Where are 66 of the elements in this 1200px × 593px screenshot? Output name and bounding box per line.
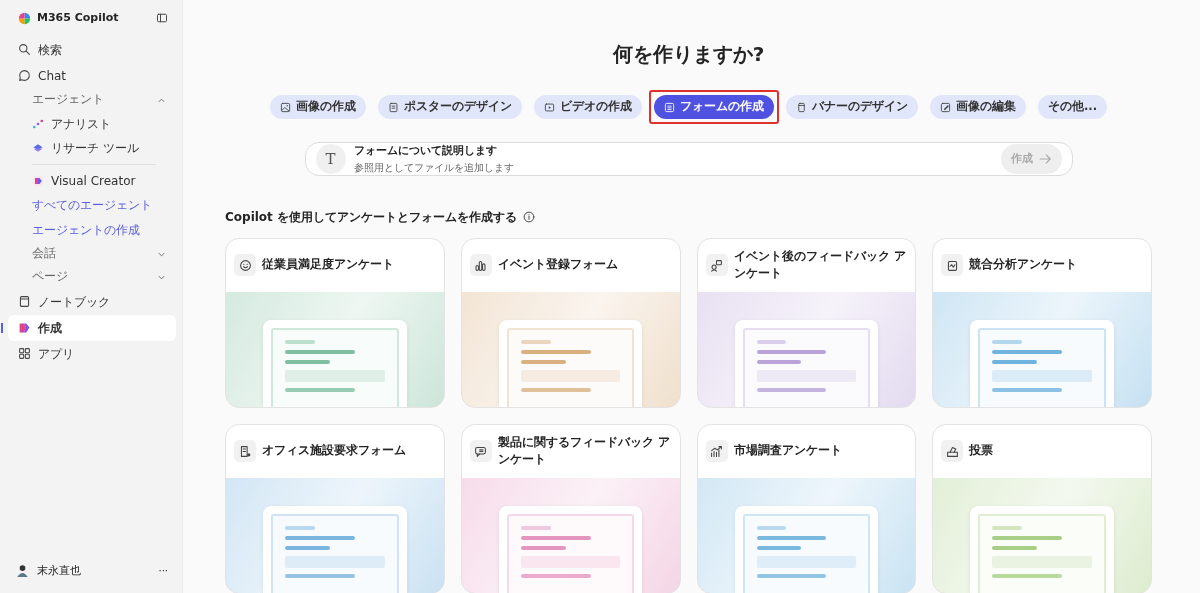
tab[interactable]: バナーのデザイン bbox=[785, 95, 918, 119]
logo-icon bbox=[18, 11, 31, 25]
card-title: 競合分析アンケート bbox=[969, 256, 1078, 274]
sidebar-toggle-icon[interactable] bbox=[156, 12, 168, 25]
tab[interactable]: 画像の作成 bbox=[269, 95, 366, 119]
image-edit-icon bbox=[939, 101, 951, 113]
arrow-right-icon bbox=[1037, 151, 1052, 166]
template-card[interactable]: オフィス施設要求フォーム bbox=[225, 423, 445, 593]
image-icon bbox=[279, 101, 291, 113]
section-header[interactable]: エージェント bbox=[8, 88, 176, 112]
card-title: イベント後のフィードバック アンケート bbox=[733, 247, 907, 282]
ballot-box-icon bbox=[945, 444, 959, 458]
phone-icon bbox=[795, 101, 807, 113]
notebook-icon bbox=[18, 295, 31, 308]
agent-item[interactable]: Visual Creator bbox=[8, 168, 176, 193]
more-button[interactable]: ··· bbox=[158, 563, 168, 579]
card-title: イベント登録フォーム bbox=[497, 256, 618, 274]
card-title: オフィス施設要求フォーム bbox=[262, 442, 406, 460]
search-icon bbox=[18, 43, 31, 56]
sidebar-item[interactable]: アプリ bbox=[8, 340, 176, 367]
prompt-field[interactable]: T フォームについて説明します 参照用としてファイルを追加します 作成 bbox=[304, 142, 1073, 176]
prompt-hint: 参照用としてファイルを追加します bbox=[353, 160, 515, 175]
template-card[interactable]: 製品に関するフィードバック アンケート bbox=[460, 423, 681, 593]
form-icon bbox=[663, 101, 675, 113]
app-title: M365 Copilot bbox=[37, 10, 119, 26]
info-icon[interactable] bbox=[523, 210, 536, 223]
template-card[interactable]: イベント登録フォーム bbox=[460, 237, 681, 408]
feedback-icon bbox=[474, 444, 488, 458]
play-icon bbox=[543, 101, 555, 113]
template-card[interactable]: 競合分析アンケート bbox=[932, 237, 1152, 408]
smiley-icon bbox=[238, 258, 252, 272]
trend-icon bbox=[710, 444, 723, 458]
section-header[interactable]: 会話 bbox=[8, 242, 176, 266]
sidebar-link[interactable]: エージェントの作成 bbox=[8, 217, 176, 243]
people-icon bbox=[710, 258, 723, 272]
section-header[interactable]: ページ bbox=[8, 265, 176, 289]
bar-chart-icon bbox=[474, 258, 488, 272]
card-title: 市場調査アンケート bbox=[733, 442, 842, 460]
tab[interactable]: その他... bbox=[1037, 95, 1108, 119]
section-title: Copilot を使用してアンケートとフォームを作成する bbox=[225, 208, 518, 226]
sidebar-item[interactable]: ノートブック bbox=[8, 288, 176, 315]
card-title: 製品に関するフィードバック アンケート bbox=[497, 433, 671, 468]
building-icon bbox=[238, 444, 252, 458]
page-heading: 何を作りますか? bbox=[612, 42, 765, 66]
agent-item[interactable]: アナリスト bbox=[8, 111, 176, 136]
card-title: 従業員満足度アンケート bbox=[262, 256, 394, 274]
tab[interactable]: フォームの作成 bbox=[653, 95, 774, 119]
agent-item[interactable]: リサーチ ツール bbox=[8, 135, 176, 160]
clipboard-icon bbox=[945, 258, 959, 272]
template-card[interactable]: 投票 bbox=[932, 423, 1152, 593]
user-name: 末永直也 bbox=[37, 562, 81, 579]
sidebar-item[interactable]: Chat bbox=[8, 62, 176, 89]
avatar-icon bbox=[16, 564, 29, 578]
speech-bubble-icon bbox=[18, 69, 31, 82]
template-card[interactable]: 従業員満足度アンケート bbox=[225, 237, 445, 408]
tab[interactable]: 画像の編集 bbox=[929, 95, 1026, 119]
template-card[interactable]: イベント後のフィードバック アンケート bbox=[696, 237, 917, 408]
grid-icon bbox=[18, 347, 31, 360]
document-icon bbox=[387, 101, 399, 113]
template-card[interactable]: 市場調査アンケート bbox=[696, 423, 917, 593]
card-title: 投票 bbox=[969, 442, 994, 460]
tab[interactable]: ビデオの作成 bbox=[533, 95, 642, 119]
tab[interactable]: ポスターのデザイン bbox=[377, 95, 522, 119]
text-icon: T bbox=[315, 143, 346, 174]
sidebar-item[interactable]: 検索 bbox=[8, 36, 176, 63]
sidebar-link[interactable]: すべてのエージェント bbox=[8, 192, 176, 218]
